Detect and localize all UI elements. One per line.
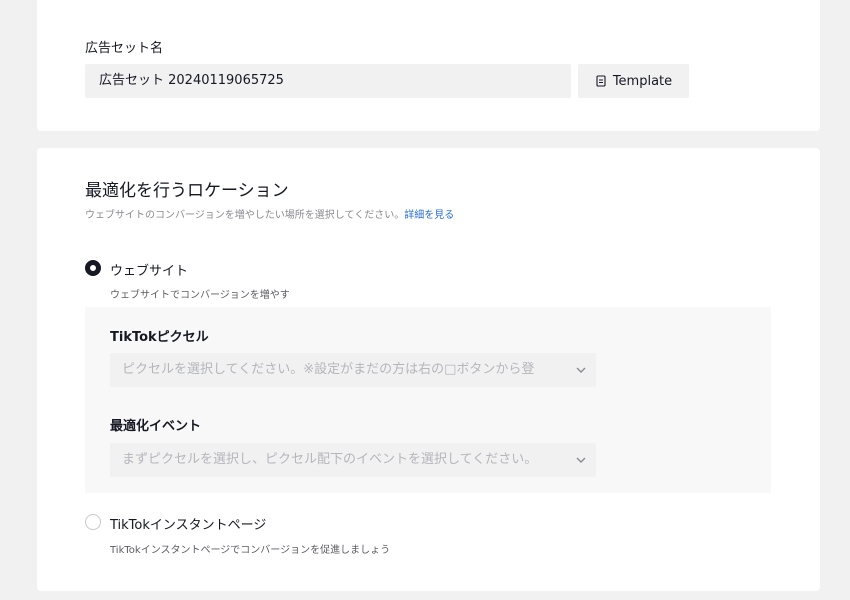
- event-label: 最適化イベント: [110, 419, 202, 434]
- chevron-down-icon: [576, 457, 586, 463]
- adset-name-card: 広告セット名 広告セット 20240119065725 Template: [37, 0, 820, 131]
- template-button[interactable]: Template: [578, 64, 689, 98]
- adset-name-input[interactable]: 広告セット 20240119065725: [85, 64, 571, 98]
- radio-website[interactable]: [85, 260, 101, 276]
- template-button-label: Template: [612, 73, 673, 89]
- optimization-location-card: 最適化を行うロケーション ウェブサイトのコンバージョンを増やしたい場所を選択して…: [37, 148, 820, 591]
- option-website-description: ウェブサイトでコンバージョンを増やす: [110, 290, 290, 301]
- option-instant-page-description: TikTokインスタントページでコンバージョンを促進しましょう: [110, 545, 391, 556]
- website-settings-panel: TikTokピクセル ピクセルを選択してください。※設定がまだの方は右の□ボタン…: [85, 307, 771, 493]
- option-website-label[interactable]: ウェブサイト: [110, 260, 188, 279]
- event-select[interactable]: まずピクセルを選択し、ピクセル配下のイベントを選択してください。: [110, 443, 596, 477]
- chevron-down-icon: [576, 367, 586, 373]
- pixel-select[interactable]: ピクセルを選択してください。※設定がまだの方は右の□ボタンから登: [110, 353, 596, 387]
- section-title: 最適化を行うロケーション: [85, 181, 289, 201]
- section-description: ウェブサイトのコンバージョンを増やしたい場所を選択してください。詳細を見る: [85, 206, 454, 221]
- event-select-placeholder: まずピクセルを選択し、ピクセル配下のイベントを選択してください。: [122, 452, 538, 467]
- section-description-text: ウェブサイトのコンバージョンを増やしたい場所を選択してください。: [85, 210, 405, 221]
- pixel-select-placeholder: ピクセルを選択してください。※設定がまだの方は右の□ボタンから登: [122, 362, 535, 377]
- learn-more-link[interactable]: 詳細を見る: [404, 210, 454, 221]
- option-instant-page-label[interactable]: TikTokインスタントページ: [110, 514, 266, 533]
- adset-name-label: 広告セット名: [85, 41, 164, 56]
- document-icon: [596, 75, 606, 87]
- radio-instant-page[interactable]: [85, 514, 101, 530]
- pixel-label: TikTokピクセル: [110, 330, 209, 345]
